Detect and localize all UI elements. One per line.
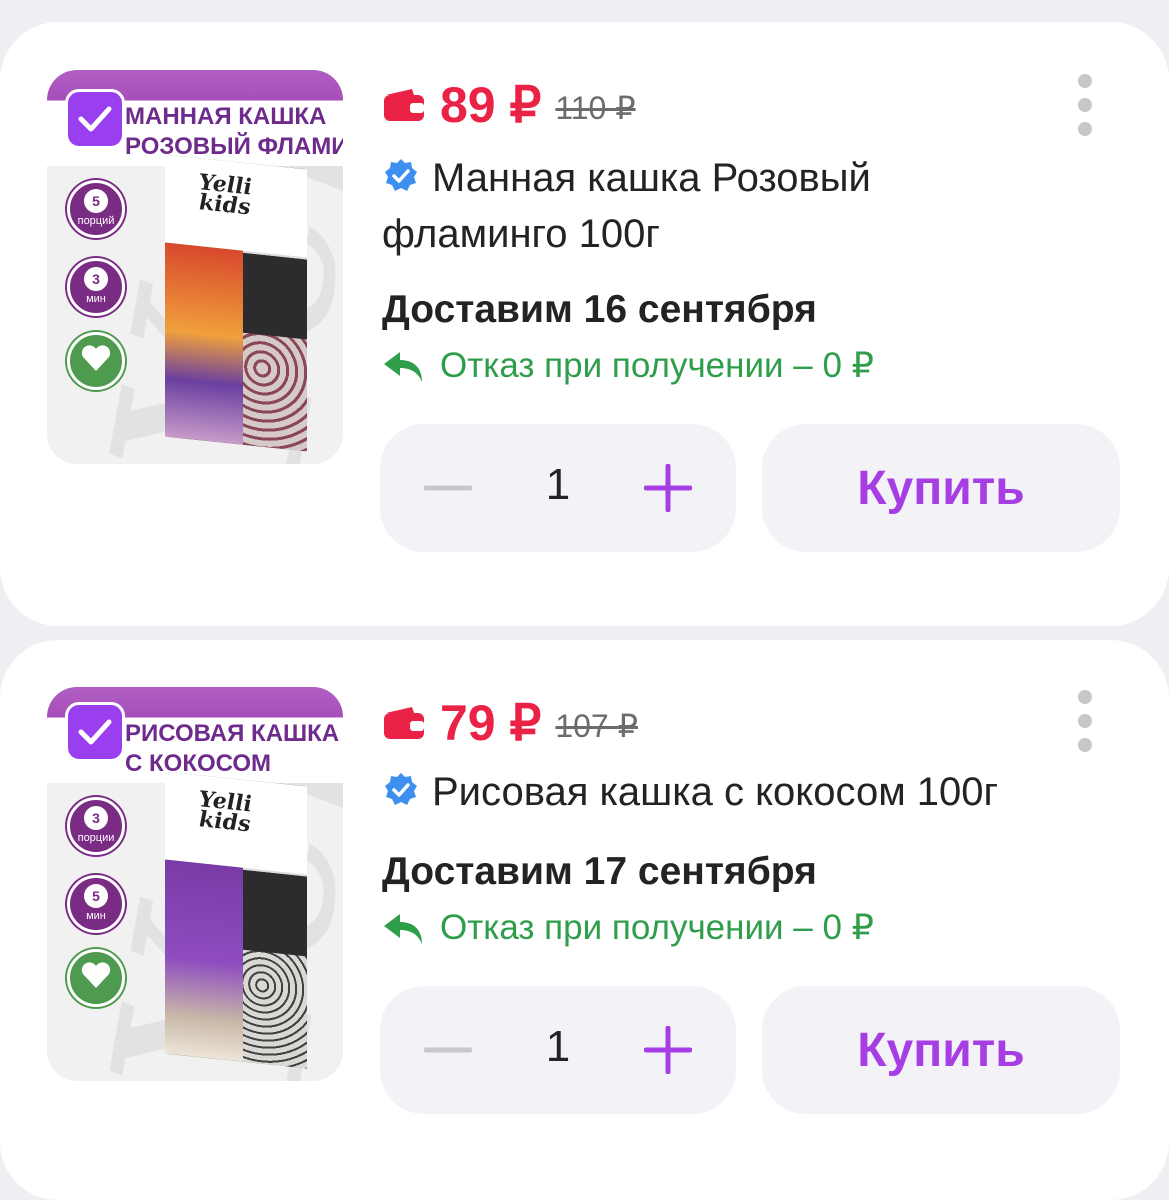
buy-button[interactable]: Купить	[762, 986, 1120, 1114]
price-row: 89 ₽ 110 ₽	[382, 76, 636, 134]
brand-logo: Yelli kids	[199, 786, 252, 838]
product-title: Манная кашка Розовый фламинго 100г	[382, 156, 871, 256]
quantity-value: 1	[545, 1022, 571, 1071]
heart-badge	[67, 332, 125, 390]
plus-icon[interactable]	[644, 1026, 692, 1074]
more-vertical-icon	[1078, 690, 1092, 704]
product-title-link[interactable]: Манная кашка Розовый фламинго 100г	[382, 150, 1042, 262]
refund-info: Отказ при получении – 0 ₽	[382, 346, 874, 386]
return-arrow-icon	[384, 914, 422, 944]
return-arrow-icon	[384, 352, 422, 382]
brand-logo: Yelli kids	[199, 169, 252, 221]
plus-icon[interactable]	[644, 464, 692, 512]
minus-icon[interactable]	[424, 1026, 472, 1074]
price-row: 79 ₽ 107 ₽	[382, 694, 638, 752]
cart-item-card: Yelli РИСОВАЯ КАШКА С КОКОСОМ 3порции 5м…	[0, 640, 1169, 1200]
select-checkbox[interactable]	[65, 702, 125, 762]
delivery-date: Доставим 17 сентября	[382, 850, 817, 893]
product-title: Рисовая кашка с кокосом 100г	[432, 770, 999, 814]
portions-badge: 5 порций	[67, 180, 125, 238]
old-price: 110 ₽	[555, 90, 636, 126]
refund-info: Отказ при получении – 0 ₽	[382, 908, 874, 948]
quantity-value: 1	[545, 460, 571, 509]
checkmark-icon	[78, 106, 112, 132]
more-options-button[interactable]	[1076, 74, 1094, 136]
checkmark-icon	[78, 719, 112, 745]
select-checkbox[interactable]	[65, 89, 125, 149]
product-package: Yelli kids	[165, 771, 307, 1069]
portions-badge: 3 порции	[67, 797, 125, 855]
cart-item-card: Yelli МАННАЯ КАШКА РОЗОВЫЙ ФЛАМИНГО 5пор…	[0, 22, 1169, 626]
product-package: Yelli kids	[165, 154, 307, 452]
more-vertical-icon	[1078, 74, 1092, 88]
verified-icon	[385, 159, 417, 191]
wallet-icon	[384, 89, 424, 121]
current-price: 79 ₽	[440, 695, 542, 751]
image-banner-text: МАННАЯ КАШКА РОЗОВЫЙ ФЛАМИНГО	[125, 103, 343, 160]
old-price: 107 ₽	[555, 708, 638, 744]
delivery-date: Доставим 16 сентября	[382, 288, 817, 331]
quantity-stepper: 1	[380, 424, 736, 552]
image-banner-text: РИСОВАЯ КАШКА С КОКОСОМ	[125, 720, 340, 777]
minutes-badge: 5 мин	[67, 875, 125, 933]
wallet-icon	[384, 707, 424, 739]
current-price: 89 ₽	[440, 77, 542, 133]
heart-badge	[67, 949, 125, 1007]
minutes-badge: 3 мин	[67, 258, 125, 316]
verified-icon	[385, 773, 417, 805]
minus-icon[interactable]	[424, 464, 472, 512]
buy-button[interactable]: Купить	[762, 424, 1120, 552]
quantity-stepper: 1	[380, 986, 736, 1114]
product-title-link[interactable]: Рисовая кашка с кокосом 100г	[382, 764, 1042, 820]
more-options-button[interactable]	[1076, 690, 1094, 752]
